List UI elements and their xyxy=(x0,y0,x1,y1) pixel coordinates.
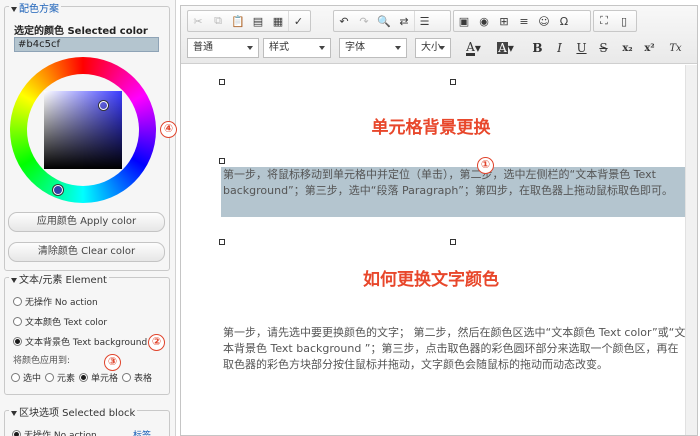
chevron-down-icon xyxy=(395,46,401,50)
callout-badge-1: ① xyxy=(477,157,494,174)
superscript-button[interactable]: x² xyxy=(639,38,660,58)
undo-icon[interactable]: ↶ xyxy=(334,11,354,31)
resize-handle[interactable] xyxy=(219,158,225,164)
paste-word-icon[interactable]: ▦ xyxy=(268,11,288,31)
selected-block-legend[interactable]: 区块选项 Selected block xyxy=(9,404,138,419)
image-icon[interactable]: ▣ xyxy=(454,11,474,31)
bg-color-icon[interactable]: A ▾ xyxy=(495,38,516,58)
apply-option-selection[interactable]: 选中 xyxy=(11,371,41,384)
block-tag-link[interactable]: 标签 xyxy=(133,428,165,436)
flash-icon[interactable]: ◉ xyxy=(474,11,494,31)
hex-color-input[interactable] xyxy=(14,37,159,52)
font-combo[interactable]: 字体 xyxy=(339,38,407,58)
replace-icon[interactable]: ⇄ xyxy=(394,11,414,31)
show-blocks-icon[interactable]: ▯ xyxy=(614,11,634,31)
heading-cell-background: 单元格背景更换 xyxy=(371,118,491,138)
find-icon[interactable]: 🔍 xyxy=(374,11,394,31)
callout-badge-3: ③ xyxy=(104,354,121,371)
bold-button[interactable]: B xyxy=(527,38,548,58)
radio-button[interactable] xyxy=(13,317,22,326)
radio-no-action[interactable]: 无操作 No action xyxy=(13,295,98,308)
radio-text-color[interactable]: 文本颜色 Text color xyxy=(13,315,107,328)
chevron-down-icon xyxy=(247,46,253,50)
resize-handle[interactable] xyxy=(219,79,225,85)
color-scheme-legend[interactable]: 配色方案 xyxy=(9,0,61,15)
strike-button[interactable]: S xyxy=(593,38,614,58)
sv-marker-handle[interactable] xyxy=(99,101,108,110)
maximize-icon[interactable]: ⛶ xyxy=(594,11,614,31)
callout-badge-2: ② xyxy=(148,334,165,351)
apply-option-element[interactable]: 元素 xyxy=(45,371,75,384)
color-picker[interactable] xyxy=(10,57,156,203)
chevron-down-icon xyxy=(319,46,325,50)
paragraph-text-color-guide: 第一步，请先选中要更换颜色的文字； 第二步，然后在颜色区选中“文本颜色 Text… xyxy=(223,326,686,371)
paste-icon[interactable]: 📋 xyxy=(228,11,248,31)
resize-handle[interactable] xyxy=(450,79,456,85)
underline-button[interactable]: U xyxy=(571,38,592,58)
collapse-triangle-icon xyxy=(11,277,17,283)
horizontal-rule-icon[interactable]: ≡ xyxy=(514,11,534,31)
element-fieldset: 文本/元素 Element 无操作 No action 文本颜色 Text co… xyxy=(4,271,170,395)
select-all-icon[interactable]: ☰ xyxy=(414,11,434,31)
copy-icon[interactable]: ⧉ xyxy=(208,11,228,31)
hue-marker-handle[interactable] xyxy=(53,185,63,195)
heading-text-color: 如何更换文字颜色 xyxy=(363,270,499,290)
smiley-icon[interactable]: ☺ xyxy=(534,11,554,31)
apply-option-cell[interactable]: 单元格 xyxy=(79,371,118,384)
edit-group: ↶ ↷ 🔍 ⇄ ☰ xyxy=(333,10,451,32)
format-combo[interactable]: 普通 xyxy=(187,38,259,58)
selected-color-label: 选定的颜色 Selected color xyxy=(14,26,148,37)
collapse-triangle-icon xyxy=(11,410,17,416)
radio-button[interactable] xyxy=(13,297,22,306)
callout-badge-4: ④ xyxy=(160,121,177,138)
radio-button-checked[interactable] xyxy=(13,337,22,346)
clear-color-button[interactable]: 清除颜色 Clear color xyxy=(8,242,165,262)
resize-handle[interactable] xyxy=(450,239,456,245)
radio-text-background[interactable]: 文本背景色 Text background xyxy=(13,335,147,348)
cut-icon[interactable]: ✂ xyxy=(188,11,208,31)
clipboard-group: ✂ ⧉ 📋 ▤ ▦ ✓ xyxy=(187,10,311,32)
chevron-down-icon xyxy=(439,46,445,50)
saturation-value-square[interactable] xyxy=(44,91,122,169)
paragraph-step-guide: 第一步，将鼠标移动到单元格中并定位（单击），第二步，选中左侧栏的“文本背景色 T… xyxy=(223,168,673,197)
apply-to-label: 将颜色应用到: xyxy=(13,356,71,366)
apply-color-button[interactable]: 应用颜色 Apply color xyxy=(8,212,165,232)
insert-group: ▣ ◉ ⊞ ≡ ☺ Ω xyxy=(453,10,591,32)
apply-option-table[interactable]: 表格 xyxy=(122,371,152,384)
italic-button[interactable]: I xyxy=(549,38,570,58)
styles-combo[interactable]: 样式 xyxy=(263,38,331,58)
remove-format-button[interactable]: Tx xyxy=(665,38,686,58)
apply-to-options: 选中 元素 单元格 表格 xyxy=(11,371,152,384)
paste-text-icon[interactable]: ▤ xyxy=(248,11,268,31)
subscript-button[interactable]: x₂ xyxy=(617,38,638,58)
vertical-scrollbar[interactable] xyxy=(685,65,697,435)
redo-icon[interactable]: ↷ xyxy=(354,11,374,31)
view-group: ⛶ ▯ xyxy=(593,10,637,32)
editor-content[interactable]: 单元格背景更换 第一步，将鼠标移动到单元格中并定位（单击），第二步，选中左侧栏的… xyxy=(181,65,697,435)
collapse-triangle-icon xyxy=(11,6,17,12)
block-radio-no-action[interactable]: 无操作 No action xyxy=(12,428,97,436)
table-icon[interactable]: ⊞ xyxy=(494,11,514,31)
special-char-icon[interactable]: Ω xyxy=(554,11,574,31)
editor-toolbar: ✂ ⧉ 📋 ▤ ▦ ✓ ↶ ↷ 🔍 ⇄ ☰ ▣ ◉ ⊞ ≡ ☺ Ω ⛶ ▯ 普通… xyxy=(181,6,697,64)
resize-handle[interactable] xyxy=(219,239,225,245)
element-legend[interactable]: 文本/元素 Element xyxy=(9,271,109,286)
text-color-icon[interactable]: A ▾ xyxy=(463,38,484,58)
size-combo[interactable]: 大小 xyxy=(415,38,451,58)
color-panel: 配色方案 选定的颜色 Selected color 应用颜色 Apply col… xyxy=(0,0,177,436)
rich-text-editor: ✂ ⧉ 📋 ▤ ▦ ✓ ↶ ↷ 🔍 ⇄ ☰ ▣ ◉ ⊞ ≡ ☺ Ω ⛶ ▯ 普通… xyxy=(180,5,698,436)
spellcheck-icon[interactable]: ✓ xyxy=(288,11,308,31)
